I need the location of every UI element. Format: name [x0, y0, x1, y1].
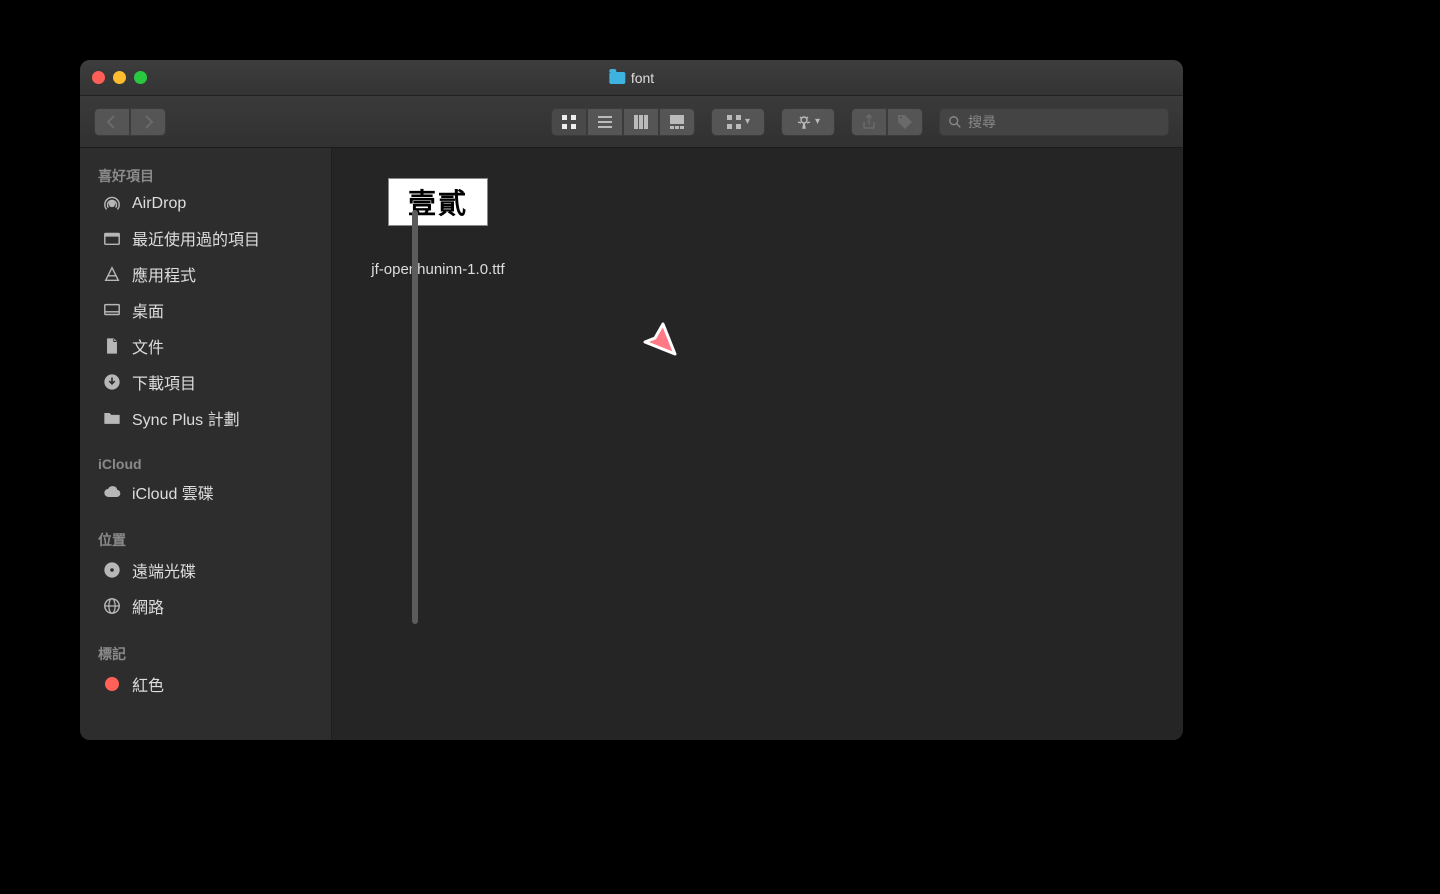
file-item[interactable]: 壹貳 jf-openhuninn-1.0.ttf	[348, 178, 528, 280]
sidebar-item-documents[interactable]: 文件	[80, 328, 331, 364]
view-switcher	[551, 108, 695, 136]
search-input[interactable]	[968, 114, 1160, 130]
sidebar-scrollbar[interactable]	[412, 210, 418, 624]
action-button[interactable]: ▾	[781, 108, 835, 136]
back-button[interactable]	[94, 108, 130, 136]
folder-icon	[609, 72, 625, 84]
documents-icon	[102, 336, 122, 356]
nav-buttons	[94, 108, 166, 136]
sidebar-item-label: 網路	[132, 594, 164, 618]
sidebar[interactable]: 喜好項目 AirDrop 最近使用過的項目 應用程式 桌面 文件	[80, 148, 332, 740]
cloud-icon	[102, 482, 122, 502]
downloads-icon	[102, 372, 122, 392]
tag-dot-icon	[102, 674, 122, 694]
sidebar-item-icloud-drive[interactable]: iCloud 雲碟	[80, 474, 331, 510]
forward-button[interactable]	[130, 108, 166, 136]
search-field[interactable]	[939, 108, 1169, 136]
arrange-group: ▾	[711, 108, 765, 136]
action-group: ▾	[781, 108, 835, 136]
share-tag-group	[851, 108, 923, 136]
traffic-lights	[92, 71, 147, 84]
sidebar-header-tags: 標記	[80, 638, 331, 666]
desktop-icon	[102, 300, 122, 320]
sidebar-item-label: AirDrop	[132, 195, 186, 213]
file-thumbnail: 壹貳	[388, 178, 488, 226]
sidebar-item-syncplus[interactable]: Sync Plus 計劃	[80, 400, 331, 436]
sidebar-header-locations: 位置	[80, 524, 331, 552]
sidebar-item-label: 遠端光碟	[132, 558, 196, 582]
view-column-button[interactable]	[623, 108, 659, 136]
arrange-button[interactable]: ▾	[711, 108, 765, 136]
sidebar-item-applications[interactable]: 應用程式	[80, 256, 331, 292]
sidebar-item-network[interactable]: 網路	[80, 588, 331, 624]
window-title-text: font	[631, 70, 654, 86]
disc-icon	[102, 560, 122, 580]
view-list-button[interactable]	[587, 108, 623, 136]
close-button[interactable]	[92, 71, 105, 84]
window-body: 喜好項目 AirDrop 最近使用過的項目 應用程式 桌面 文件	[80, 148, 1183, 740]
search-icon	[948, 115, 962, 129]
toolbar: ▾ ▾	[80, 96, 1183, 148]
share-button[interactable]	[851, 108, 887, 136]
file-grid[interactable]: 壹貳 jf-openhuninn-1.0.ttf	[332, 148, 1183, 740]
sidebar-item-desktop[interactable]: 桌面	[80, 292, 331, 328]
sidebar-item-label: 最近使用過的項目	[132, 226, 260, 250]
airdrop-icon	[102, 194, 122, 214]
recents-icon	[102, 228, 122, 248]
applications-icon	[102, 264, 122, 284]
minimize-button[interactable]	[113, 71, 126, 84]
chevron-down-icon: ▾	[815, 116, 820, 127]
sidebar-header-favorites: 喜好項目	[80, 160, 331, 188]
window-title: font	[609, 70, 654, 86]
sidebar-item-remote-disc[interactable]: 遠端光碟	[80, 552, 331, 588]
sidebar-item-label: iCloud 雲碟	[132, 480, 214, 504]
network-icon	[102, 596, 122, 616]
chevron-down-icon: ▾	[745, 116, 750, 127]
tag-button[interactable]	[887, 108, 923, 136]
sidebar-item-tag-red[interactable]: 紅色	[80, 666, 331, 702]
view-icon-button[interactable]	[551, 108, 587, 136]
sidebar-item-downloads[interactable]: 下載項目	[80, 364, 331, 400]
finder-window: font	[80, 60, 1183, 740]
sidebar-item-label: 紅色	[132, 672, 164, 696]
sidebar-item-label: 下載項目	[132, 370, 196, 394]
file-name: jf-openhuninn-1.0.ttf	[371, 232, 504, 280]
titlebar: font	[80, 60, 1183, 96]
zoom-button[interactable]	[134, 71, 147, 84]
sidebar-item-label: 應用程式	[132, 262, 196, 286]
sidebar-item-label: 桌面	[132, 298, 164, 322]
sidebar-header-icloud: iCloud	[80, 450, 331, 474]
sidebar-item-airdrop[interactable]: AirDrop	[80, 188, 331, 220]
folder-icon	[102, 408, 122, 428]
view-gallery-button[interactable]	[659, 108, 695, 136]
sidebar-item-label: Sync Plus 計劃	[132, 406, 240, 430]
sidebar-item-label: 文件	[132, 334, 164, 358]
sidebar-item-recents[interactable]: 最近使用過的項目	[80, 220, 331, 256]
